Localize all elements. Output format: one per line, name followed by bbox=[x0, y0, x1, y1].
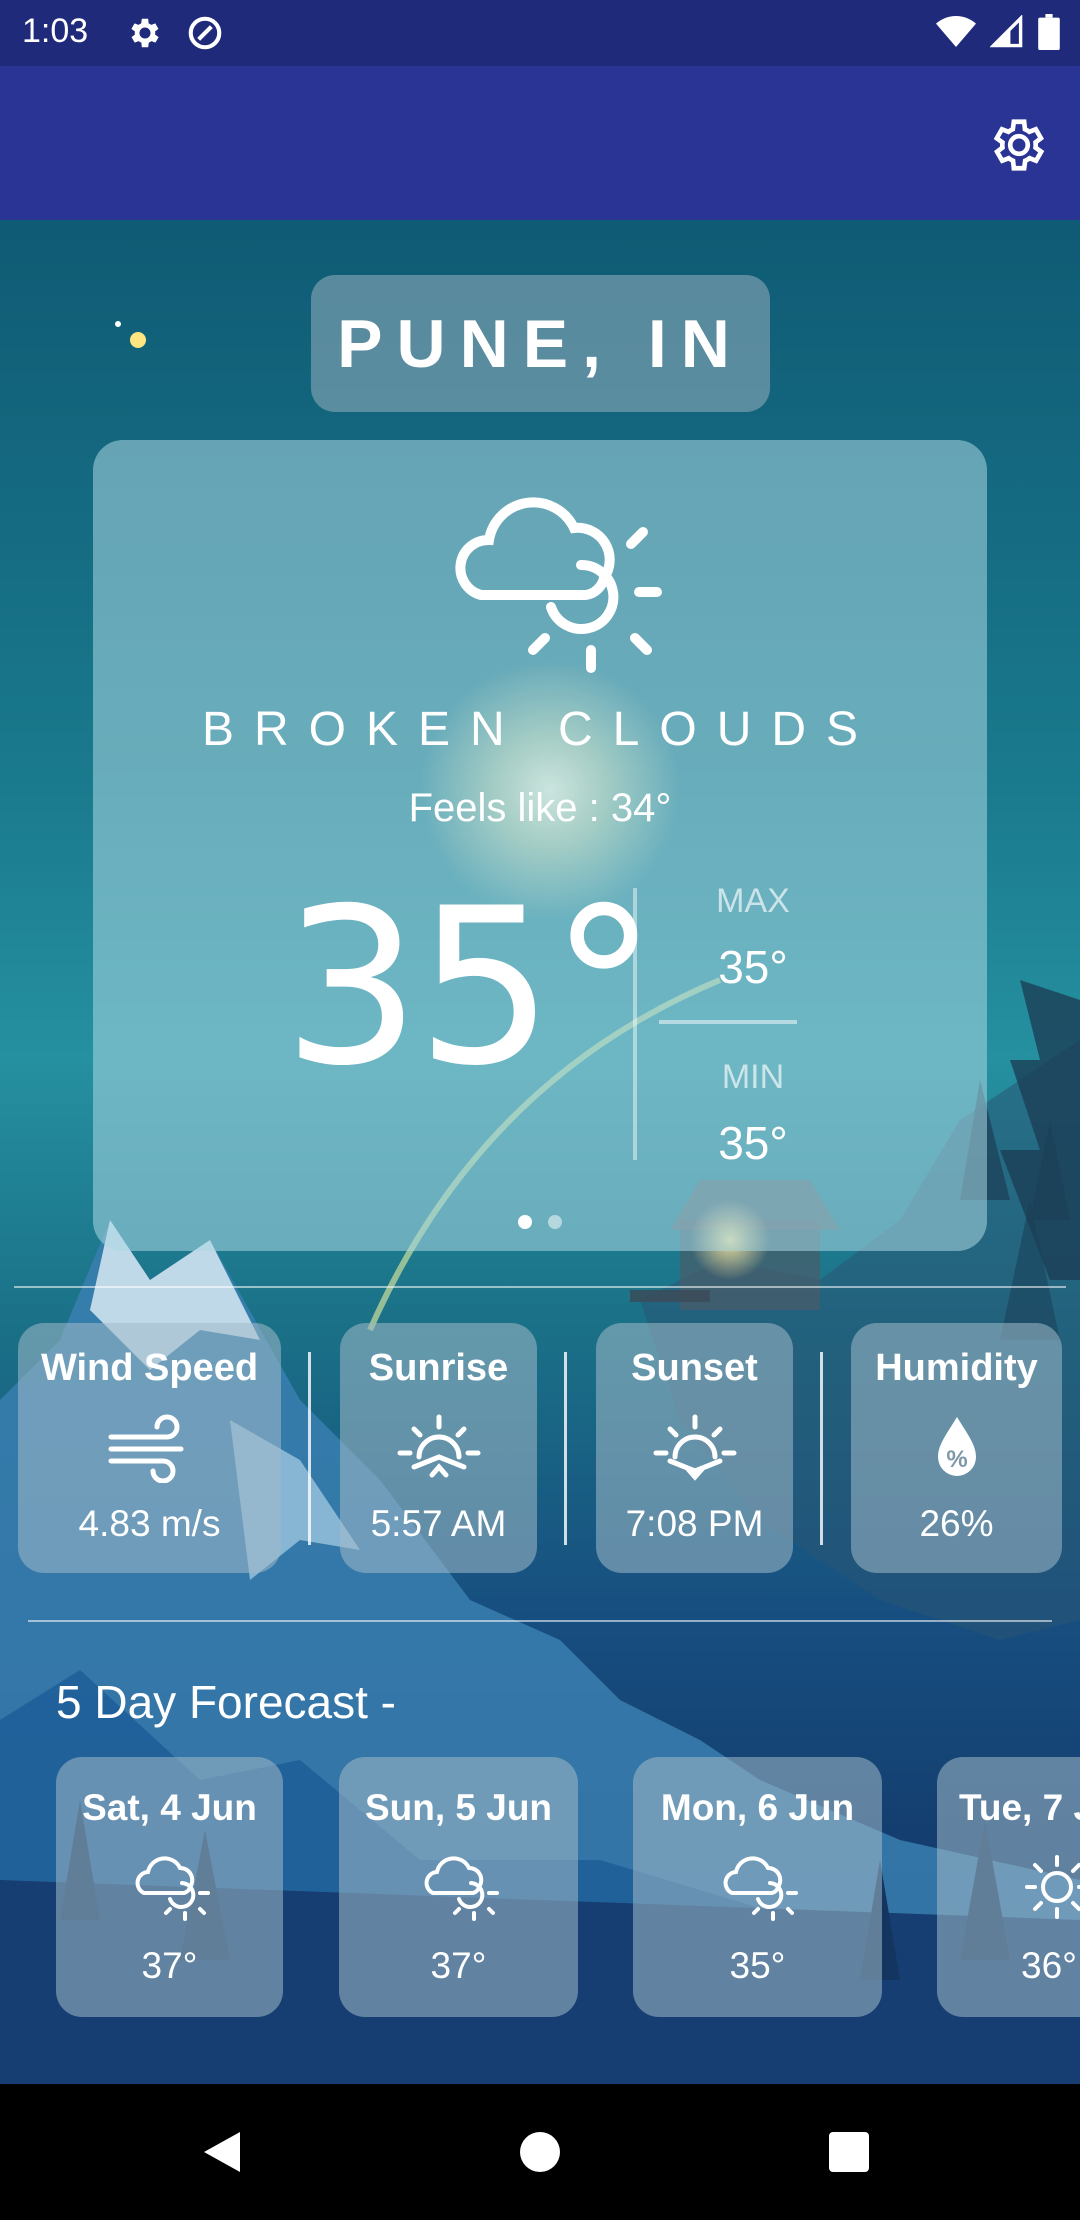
forecast-temp: 35° bbox=[729, 1945, 786, 1986]
forecast-day: Mon, 6 Jun bbox=[660, 1787, 855, 1828]
weather-content[interactable]: PUNE, IN BROKEN CLOUDS Feels like : 34° … bbox=[0, 220, 1080, 2084]
divider-top bbox=[14, 1286, 1066, 1288]
min-label: MIN bbox=[721, 1058, 785, 1096]
cloud-sun-icon bbox=[455, 497, 662, 673]
sunrise-title: Sunrise bbox=[368, 1347, 509, 1389]
sunrise-card: Sunrise 5:57 AM bbox=[340, 1323, 537, 1573]
divider-bottom bbox=[28, 1620, 1052, 1622]
forecast-card[interactable]: Sat, 4 Jun 37° bbox=[56, 1757, 283, 2017]
min-temperature: 35° bbox=[718, 1117, 788, 1169]
sunset-card: Sunset 7:08 PM bbox=[596, 1323, 793, 1573]
back-icon[interactable] bbox=[200, 2128, 244, 2176]
stat-separator bbox=[564, 1352, 567, 1545]
wind-speed-card: Wind Speed 4.83 m/s bbox=[18, 1323, 281, 1573]
forecast-temp: 37° bbox=[141, 1945, 198, 1986]
forecast-card[interactable]: Sun, 5 Jun 37° bbox=[339, 1757, 578, 2017]
pager-dot-2[interactable] bbox=[548, 1215, 562, 1229]
app-bar bbox=[0, 66, 1080, 220]
weather-condition: BROKEN CLOUDS bbox=[201, 703, 879, 756]
forecast-day: Sun, 5 Jun bbox=[364, 1787, 553, 1828]
humidity-card: Humidity % 26% bbox=[851, 1323, 1062, 1573]
humidity-icon: % bbox=[937, 1417, 976, 1476]
max-label: MAX bbox=[716, 882, 790, 920]
forecast-day: Sat, 4 Jun bbox=[82, 1787, 257, 1828]
data-saver-icon bbox=[188, 16, 222, 50]
status-bar: 1:03 bbox=[0, 0, 1080, 66]
recents-button[interactable] bbox=[829, 2132, 869, 2172]
signal-icon bbox=[990, 15, 1023, 48]
stat-separator bbox=[820, 1352, 823, 1545]
forecast-temp: 36° bbox=[1021, 1945, 1077, 1986]
current-weather-card[interactable]: BROKEN CLOUDS Feels like : 34° 35° MAX 3… bbox=[93, 440, 987, 1251]
navigation-bar bbox=[0, 2084, 1080, 2220]
forecast-card[interactable]: Mon, 6 Jun 35° bbox=[633, 1757, 882, 2017]
wifi-icon bbox=[936, 16, 976, 47]
city-label: PUNE, IN bbox=[311, 275, 770, 412]
sunset-icon bbox=[653, 1414, 736, 1481]
max-temperature: 35° bbox=[718, 941, 788, 993]
cloud-sun-icon bbox=[424, 1856, 499, 1921]
max-min-divider bbox=[659, 1020, 797, 1024]
sun-icon bbox=[1025, 1855, 1080, 1919]
wind-speed-value: 4.83 m/s bbox=[78, 1503, 221, 1544]
battery-icon bbox=[1038, 14, 1060, 50]
cloud-sun-icon bbox=[723, 1856, 798, 1921]
wind-icon bbox=[108, 1414, 183, 1483]
forecast-day: Tue, 7 Jun bbox=[959, 1787, 1080, 1828]
sunrise-icon bbox=[397, 1414, 480, 1478]
pager-indicator bbox=[93, 1215, 987, 1229]
humidity-value: 26% bbox=[919, 1503, 994, 1544]
gear-icon bbox=[993, 119, 1045, 171]
forecast-title: 5 Day Forecast - bbox=[56, 1676, 396, 1728]
feels-like: Feels like : 34° bbox=[408, 786, 672, 830]
sunset-title: Sunset bbox=[631, 1347, 758, 1389]
wind-speed-title: Wind Speed bbox=[40, 1347, 259, 1389]
humidity-title: Humidity bbox=[875, 1347, 1038, 1389]
temperature-divider bbox=[633, 888, 637, 1160]
sunset-value: 7:08 PM bbox=[625, 1503, 764, 1544]
gear-icon bbox=[131, 18, 159, 48]
forecast-card[interactable]: Tue, 7 Jun 36° bbox=[937, 1757, 1080, 2017]
cloud-sun-icon bbox=[135, 1856, 210, 1921]
settings-button[interactable] bbox=[988, 114, 1050, 176]
current-temperature: 35° bbox=[283, 862, 658, 1113]
stat-separator bbox=[308, 1352, 311, 1545]
status-time: 1:03 bbox=[22, 12, 89, 50]
forecast-temp: 37° bbox=[430, 1945, 487, 1986]
sunrise-value: 5:57 AM bbox=[370, 1503, 507, 1544]
svg-text:%: % bbox=[946, 1446, 967, 1473]
home-button[interactable] bbox=[520, 2132, 560, 2172]
pager-dot-1[interactable] bbox=[518, 1215, 532, 1229]
